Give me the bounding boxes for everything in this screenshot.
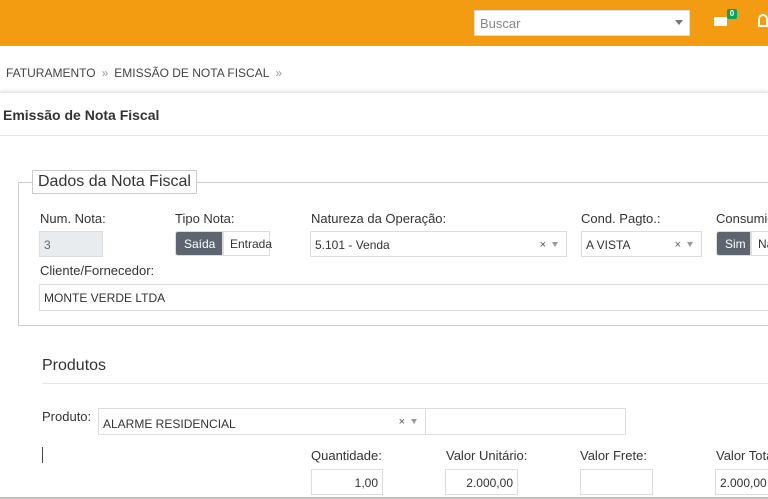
breadcrumb-faturamento[interactable]: FATURAMENTO [6,66,96,80]
clear-icon[interactable]: × [540,239,546,251]
mail-count-badge: 0 [727,9,737,19]
natureza-label: Natureza da Operação: [311,211,447,226]
consumidor-label: Consumidor [716,211,768,226]
cond-pagto-value: A VISTA [586,238,631,252]
tipo-entrada-button[interactable]: Entrada [223,231,272,256]
page-title: Emissão de Nota Fiscal [3,107,160,123]
cliente-field[interactable]: MONTE VERDE LTDA [39,284,768,311]
valor-unitario-label: Valor Unitário: [446,448,528,463]
num-nota-label: Num. Nota: [40,211,106,226]
num-nota-field[interactable]: 3 [39,231,103,257]
natureza-value: 5.101 - Venda [315,238,390,252]
produto-select[interactable]: ALARME RESIDENCIAL × [98,408,426,435]
produto-value: ALARME RESIDENCIAL [103,417,236,431]
valor-frete-label: Valor Frete: [580,448,647,463]
valor-total-field[interactable]: 2.000,00 [715,469,768,495]
chevron-right-icon: » [101,66,109,80]
valor-unitario-field[interactable]: 2.000,00 [445,469,518,495]
text-cursor [42,447,43,463]
clear-icon[interactable]: × [675,239,681,251]
divider [42,383,768,384]
bell-icon[interactable] [758,14,768,27]
breadcrumb: FATURAMENTO » EMISSÃO DE NOTA FISCAL » [6,66,288,80]
clear-icon[interactable]: × [399,416,405,428]
produto-label: Produto: [42,409,92,424]
tipo-saida-button[interactable]: Saída [175,231,223,256]
consumidor-nao-button[interactable]: Não [751,231,768,256]
quantidade-field[interactable]: 1,00 [311,469,383,495]
cond-pagto-label: Cond. Pagto.: [581,211,661,226]
breadcrumb-emissao[interactable]: EMISSÃO DE NOTA FISCAL [114,66,269,80]
envelope-icon[interactable] [714,17,727,26]
search-placeholder: Buscar [480,16,521,31]
valor-frete-field[interactable] [580,469,653,495]
chevron-down-icon [675,20,683,25]
fieldset-legend: Dados da Nota Fiscal [32,170,197,194]
natureza-select[interactable]: 5.101 - Venda × [310,231,567,257]
valor-total-label: Valor Total: [716,448,768,463]
produtos-heading: Produtos [42,357,107,374]
tipo-nota-label: Tipo Nota: [175,211,235,226]
search-select[interactable]: Buscar [474,10,690,36]
chevron-down-icon [411,419,417,424]
chevron-right-icon: » [275,66,283,80]
cond-pagto-select[interactable]: A VISTA × [581,231,702,257]
cliente-label: Cliente/Fornecedor: [40,263,155,278]
chevron-down-icon [552,242,558,247]
quantidade-label: Quantidade: [311,448,382,463]
chevron-down-icon [687,242,693,247]
consumidor-sim-button[interactable]: Sim [716,231,751,256]
